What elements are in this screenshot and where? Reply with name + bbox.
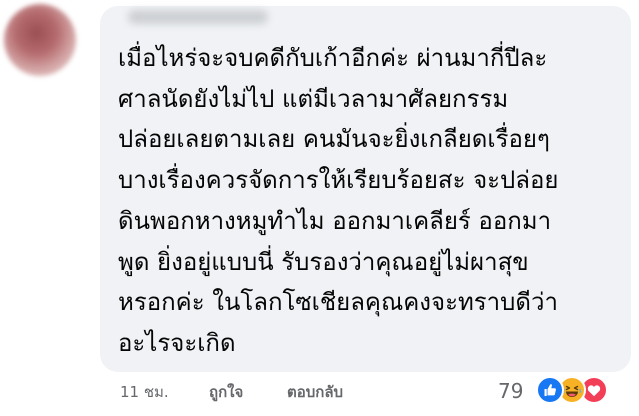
author-name-blurred[interactable]	[128, 10, 268, 24]
comment-bubble: เมื่อไหร่จะจบคดีกับเก้าอีกค่ะ ผ่านมากี่ป…	[100, 6, 631, 372]
comment-line: อะไรจะเกิด	[118, 328, 236, 357]
comment-line: เมื่อไหร่จะจบคดีกับเก้าอีกค่ะ ผ่านมากี่ป…	[118, 44, 548, 72]
comment-actions: 11 ชม. ถูกใจ ตอบกลับ 79	[0, 372, 639, 416]
timestamp-link[interactable]: 11 ชม.	[120, 382, 169, 402]
like-button[interactable]: ถูกใจ	[209, 382, 243, 402]
reaction-summary[interactable]	[536, 376, 626, 406]
comment-line: ปล่อยเลยตามเลย คนมันจะยิ่งเกลียดเรื่อยๆ	[118, 125, 550, 154]
avatar[interactable]	[4, 4, 76, 76]
comment-line: หรอกค่ะ ในโลกโซเชียลคุณคงจะทราบดีว่า	[118, 288, 558, 317]
reply-button[interactable]: ตอบกลับ	[287, 382, 343, 402]
comment-line: พูด ยิ่งอยู่แบบนี่ รับรองว่าคุณอยู่ไม่ผา…	[118, 247, 529, 276]
comment-text: เมื่อไหร่จะจบคดีกับเก้าอีกค่ะ ผ่านมากี่ป…	[118, 38, 623, 364]
comment-line: ดินพอกหางหมูทำไม ออกมาเคลียร์ ออกมา	[118, 206, 552, 235]
comment-line: ศาลนัดยังไม่ไป แต่มีเวลามาศัลยกรรม	[118, 84, 509, 113]
like-icon	[536, 376, 564, 404]
reaction-count[interactable]: 79	[498, 378, 523, 404]
comment-line: บางเรื่องควรจัดการให้เรียบร้อยสะ จะปล่อย	[118, 166, 559, 195]
